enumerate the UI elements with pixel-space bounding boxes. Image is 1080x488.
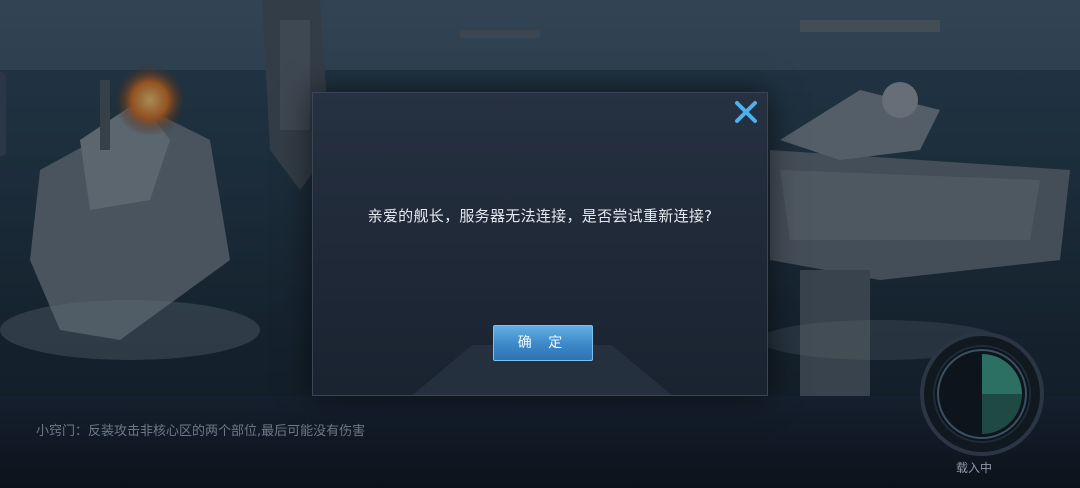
loading-ring-icon — [920, 332, 1044, 456]
loading-label: 载入中 — [956, 461, 993, 475]
close-icon — [735, 101, 757, 123]
confirm-button[interactable]: 确 定 — [493, 325, 593, 361]
close-button[interactable] — [731, 97, 761, 127]
loading-tip: 小窍门：反装攻击非核心区的两个部位,最后可能没有伤害 — [36, 424, 366, 439]
reconnect-dialog: 亲爱的舰长，服务器无法连接，是否尝试重新连接? 确 定 — [312, 92, 768, 396]
dialog-message: 亲爱的舰长，服务器无法连接，是否尝试重新连接? — [367, 207, 713, 225]
side-tab-handle[interactable] — [0, 72, 6, 156]
